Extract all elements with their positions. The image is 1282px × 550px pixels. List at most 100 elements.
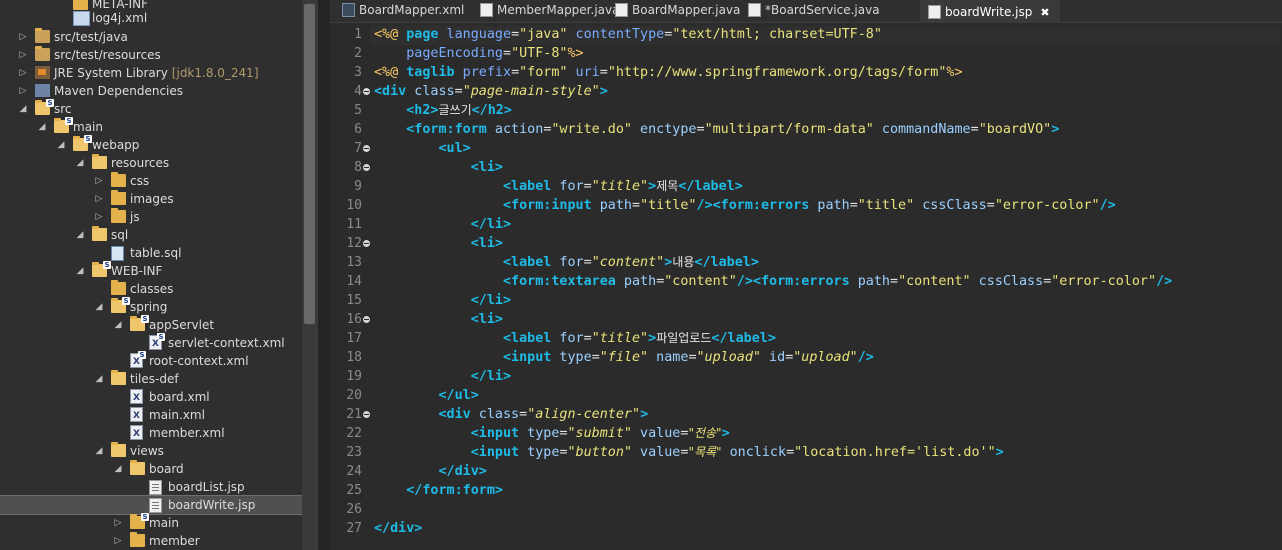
- tree-item[interactable]: member.xml: [0, 424, 302, 443]
- tree-item[interactable]: ▷ js: [0, 208, 302, 226]
- collapsed-arrow-icon[interactable]: ▷: [17, 64, 29, 82]
- folder-icon: [111, 208, 126, 223]
- code-line[interactable]: pageEncoding="UTF-8"%>: [374, 44, 583, 63]
- folder-icon: [130, 460, 145, 475]
- code-line[interactable]: <form:textarea path="content"/><form:err…: [374, 272, 1172, 291]
- code-line[interactable]: <li>: [374, 158, 503, 177]
- spring-badge-icon: S: [138, 351, 146, 359]
- tree-item[interactable]: ◢ Ssrc: [0, 99, 302, 118]
- code-token: <h2>: [406, 103, 439, 118]
- tree-item[interactable]: ▷ src/test/resources: [0, 46, 302, 64]
- code-line[interactable]: <label for="title">제목</label>: [374, 177, 743, 196]
- tree-item[interactable]: ◢ SappServlet: [0, 315, 302, 334]
- editor-tab[interactable]: MemberMapper.java: [472, 0, 619, 22]
- spring-badge-icon: S: [65, 117, 73, 125]
- code-line[interactable]: <li>: [374, 310, 503, 329]
- fold-toggle-icon[interactable]: [363, 316, 370, 323]
- code-line[interactable]: <label for="content">내용</label>: [374, 253, 759, 272]
- tree-item[interactable]: ▷ Maven Dependencies: [0, 82, 302, 100]
- fold-toggle-icon[interactable]: [363, 145, 370, 152]
- editor-tab[interactable]: BoardMapper.java: [607, 0, 743, 22]
- code-line[interactable]: </li>: [374, 291, 511, 310]
- fold-toggle-icon[interactable]: [363, 411, 370, 418]
- code-token: <label: [503, 179, 552, 194]
- code-line[interactable]: <%@ page language="java" contentType="te…: [374, 25, 882, 44]
- code-line[interactable]: </li>: [374, 215, 511, 234]
- tree-item[interactable]: boardWrite.jsp: [0, 495, 303, 515]
- tree-item[interactable]: Sservlet-context.xml: [0, 333, 302, 353]
- code-line[interactable]: <h2>글쓰기</h2>: [374, 101, 512, 120]
- tree-item[interactable]: Sroot-context.xml: [0, 351, 302, 371]
- collapsed-arrow-icon[interactable]: ▷: [17, 28, 29, 46]
- collapsed-arrow-icon[interactable]: ▷: [17, 46, 29, 64]
- fold-toggle-icon[interactable]: [363, 240, 370, 247]
- code-line[interactable]: <input type="file" name="upload" id="upl…: [374, 348, 874, 367]
- tree-item[interactable]: table.sql: [0, 244, 302, 262]
- collapsed-arrow-icon[interactable]: ▷: [93, 208, 105, 226]
- tree-item[interactable]: ▷ member: [0, 532, 302, 550]
- code-line[interactable]: </form:form>: [374, 481, 503, 500]
- expanded-arrow-icon[interactable]: ◢: [93, 442, 105, 460]
- expanded-arrow-icon[interactable]: ◢: [112, 460, 124, 478]
- code-line[interactable]: <%@ taglib prefix="form" uri="http://www…: [374, 63, 963, 82]
- fold-toggle-icon[interactable]: [363, 164, 370, 171]
- tree-item[interactable]: main.xml: [0, 406, 302, 425]
- expanded-arrow-icon[interactable]: ◢: [17, 100, 29, 118]
- collapsed-arrow-icon[interactable]: ▷: [17, 82, 29, 100]
- tree-item[interactable]: ▷ css: [0, 172, 302, 190]
- tree-item[interactable]: ▷ JRE System Library [jdk1.8.0_241]: [0, 64, 302, 82]
- code-line[interactable]: <input type="button" value="목록" onclick=…: [374, 443, 1004, 462]
- tree-item[interactable]: ◢ Smain: [0, 117, 302, 136]
- code-line[interactable]: <form:form action="write.do" enctype="mu…: [374, 120, 1059, 139]
- expanded-arrow-icon[interactable]: ◢: [74, 226, 86, 244]
- code-line[interactable]: <div class="page-main-style">: [374, 82, 608, 101]
- explorer-scrollbar-thumb[interactable]: [304, 4, 315, 324]
- tree-item[interactable]: ▷ images: [0, 190, 302, 208]
- editor-tab[interactable]: *BoardService.java: [740, 0, 908, 22]
- code-line[interactable]: <form:input path="title"/><form:errors p…: [374, 196, 1116, 215]
- code-line[interactable]: </li>: [374, 367, 511, 386]
- view-sash[interactable]: [318, 0, 330, 550]
- editor-tab[interactable]: BoardMapper.xml: [334, 0, 470, 22]
- tree-item[interactable]: ▷ Smain: [0, 513, 302, 532]
- tree-item[interactable]: boardList.jsp: [0, 478, 302, 496]
- code-line[interactable]: <input type="submit" value="전송">: [374, 424, 730, 443]
- close-tab-icon[interactable]: ✖: [1040, 3, 1049, 23]
- tree-item[interactable]: ◢ tiles-def: [0, 370, 302, 388]
- code-token: 글쓰기: [438, 103, 472, 117]
- tree-item[interactable]: board.xml: [0, 388, 302, 407]
- code-line[interactable]: </div>: [374, 519, 422, 538]
- fold-toggle-icon[interactable]: [363, 88, 370, 95]
- collapsed-arrow-icon[interactable]: ▷: [112, 514, 124, 532]
- tree-item[interactable]: log4j.xml: [0, 9, 302, 27]
- expanded-arrow-icon[interactable]: ◢: [74, 154, 86, 172]
- tree-item[interactable]: classes: [0, 280, 302, 298]
- code-line[interactable]: <li>: [374, 234, 503, 253]
- tree-item[interactable]: ◢ Swebapp: [0, 135, 302, 154]
- tree-item[interactable]: ◢ sql: [0, 226, 302, 244]
- tree-item[interactable]: ▷ src/test/java: [0, 28, 302, 46]
- expanded-arrow-icon[interactable]: ◢: [112, 316, 124, 334]
- tree-item[interactable]: ◢ resources: [0, 154, 302, 172]
- collapsed-arrow-icon[interactable]: ▷: [93, 190, 105, 208]
- expanded-arrow-icon[interactable]: ◢: [36, 118, 48, 136]
- code-line[interactable]: </div>: [374, 462, 487, 481]
- tree-item[interactable]: ◢ S WEB-INF: [0, 261, 302, 280]
- editor-tab[interactable]: boardWrite.jsp ✖: [920, 0, 1060, 23]
- code-line[interactable]: <label for="title">파일업로드</label>: [374, 329, 776, 348]
- tree-item[interactable]: ◢ Sspring: [0, 297, 302, 316]
- code-line[interactable]: </ul>: [374, 386, 479, 405]
- code-line[interactable]: <div class="align-center">: [374, 405, 649, 424]
- code-token: </li>: [470, 293, 512, 308]
- tree-item[interactable]: ◢ board: [0, 460, 302, 478]
- collapsed-arrow-icon[interactable]: ▷: [112, 532, 124, 550]
- expanded-arrow-icon[interactable]: ◢: [55, 136, 67, 154]
- expanded-arrow-icon[interactable]: ◢: [93, 298, 105, 316]
- code-token: <form:form: [406, 122, 487, 137]
- code-line[interactable]: <ul>: [374, 139, 471, 158]
- tree-item[interactable]: ◢ views: [0, 442, 302, 460]
- tree-item-label: main: [73, 120, 103, 134]
- collapsed-arrow-icon[interactable]: ▷: [93, 172, 105, 190]
- expanded-arrow-icon[interactable]: ◢: [74, 262, 86, 280]
- expanded-arrow-icon[interactable]: ◢: [93, 370, 105, 388]
